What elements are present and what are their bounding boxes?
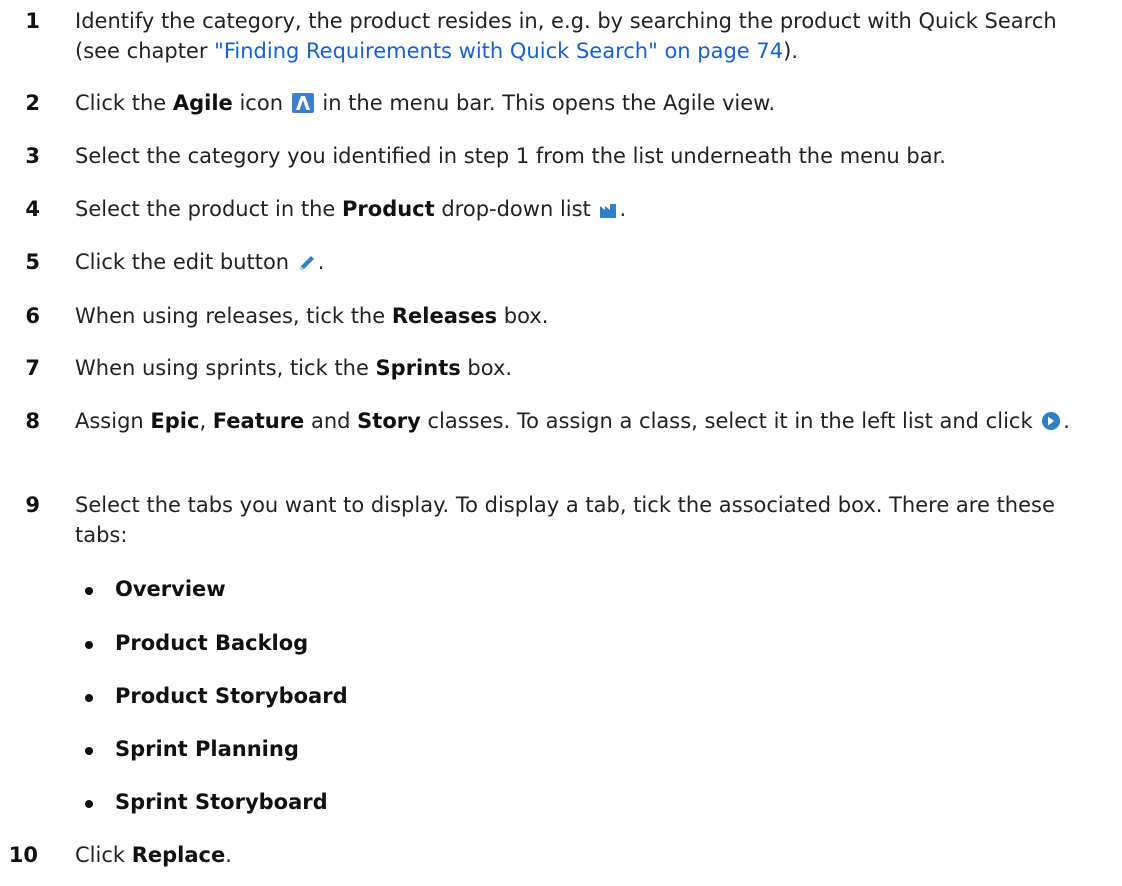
sprints-label: Sprints [375,356,461,380]
step-text-part: classes. To assign a class, select it in… [420,409,1040,433]
step-text-part: icon [232,91,290,115]
step-number: 1 [25,9,40,33]
story-label: Story [357,409,421,433]
chapter-link[interactable]: "Finding Requirements with Quick Search"… [214,39,783,63]
step-text: Select the product in the Product drop-d… [75,194,1095,227]
step-text-part: Click the [75,91,173,115]
epic-label: Epic [150,409,200,433]
tab-name: Product Storyboard [115,684,348,708]
bullet-icon [85,694,93,702]
agile-label: Agile [172,91,233,115]
step-text-part: . [317,250,325,274]
bullet-icon [85,747,93,755]
step-text-part: Assign [75,409,151,433]
step-number: 5 [25,250,40,274]
step-text-part: When using sprints, tick the [75,356,376,380]
step-text-part: . [619,197,627,221]
tab-name: Product Backlog [115,631,309,655]
step-number: 7 [25,356,40,380]
step-text-part: drop-down list [434,197,598,221]
feature-label: Feature [212,409,305,433]
product-icon [599,197,617,227]
procedure-steps: 1 Identify the category, the product res… [0,0,1122,886]
step-number: 9 [25,493,40,517]
step-number: 4 [25,197,40,221]
product-label: Product [342,197,435,221]
step-text: Click the edit button . [75,247,1095,280]
agile-icon [291,91,314,121]
edit-pencil-icon [298,250,316,280]
releases-label: Releases [391,304,498,328]
step-text: Assign Epic, Feature and Story classes. … [75,406,1095,439]
step-text-part: . [1063,409,1070,433]
step-text-part: , [199,409,213,433]
step-number: 6 [25,304,40,328]
step-text: Select the category you identified in st… [75,141,1095,171]
step-text-part: Select the product in the [75,197,343,221]
step-text: When using releases, tick the Releases b… [75,301,1095,331]
assign-arrow-icon [1041,409,1061,439]
bullet-icon [85,587,93,595]
step-text-part: box. [460,356,513,380]
step-text-part: box. [497,304,549,328]
step-text-part: When using releases, tick the [75,304,392,328]
step-text-part: Click [75,843,132,867]
tab-name: Sprint Planning [115,737,299,761]
tab-name: Overview [115,577,226,601]
step-text-part: Select the category you identified in st… [75,144,946,168]
step-number: 8 [25,409,40,433]
step-number: 10 [8,843,38,867]
bullet-icon [85,641,93,649]
step-text: Click Replace. [75,840,1095,870]
step-text: Click the Agile icon in the menu bar. Th… [75,88,1095,121]
step-text: When using sprints, tick the Sprints box… [75,353,1095,383]
bullet-icon [85,800,93,808]
replace-label: Replace [131,843,226,867]
step-text-part: ). [783,39,798,63]
step-text-part: in the menu bar. This opens the Agile vi… [315,91,776,115]
step-text: Select the tabs you want to display. To … [75,490,1095,550]
step-number: 2 [25,91,40,115]
step-number: 3 [25,144,40,168]
step-text-part: and [304,409,358,433]
step-text-part: Click the edit button [75,250,296,274]
step-text-part: Select the tabs you want to display. To … [75,493,1055,547]
tab-name: Sprint Storyboard [115,790,328,814]
step-text: Identify the category, the product resid… [75,6,1095,66]
step-text-part: . [225,843,232,867]
